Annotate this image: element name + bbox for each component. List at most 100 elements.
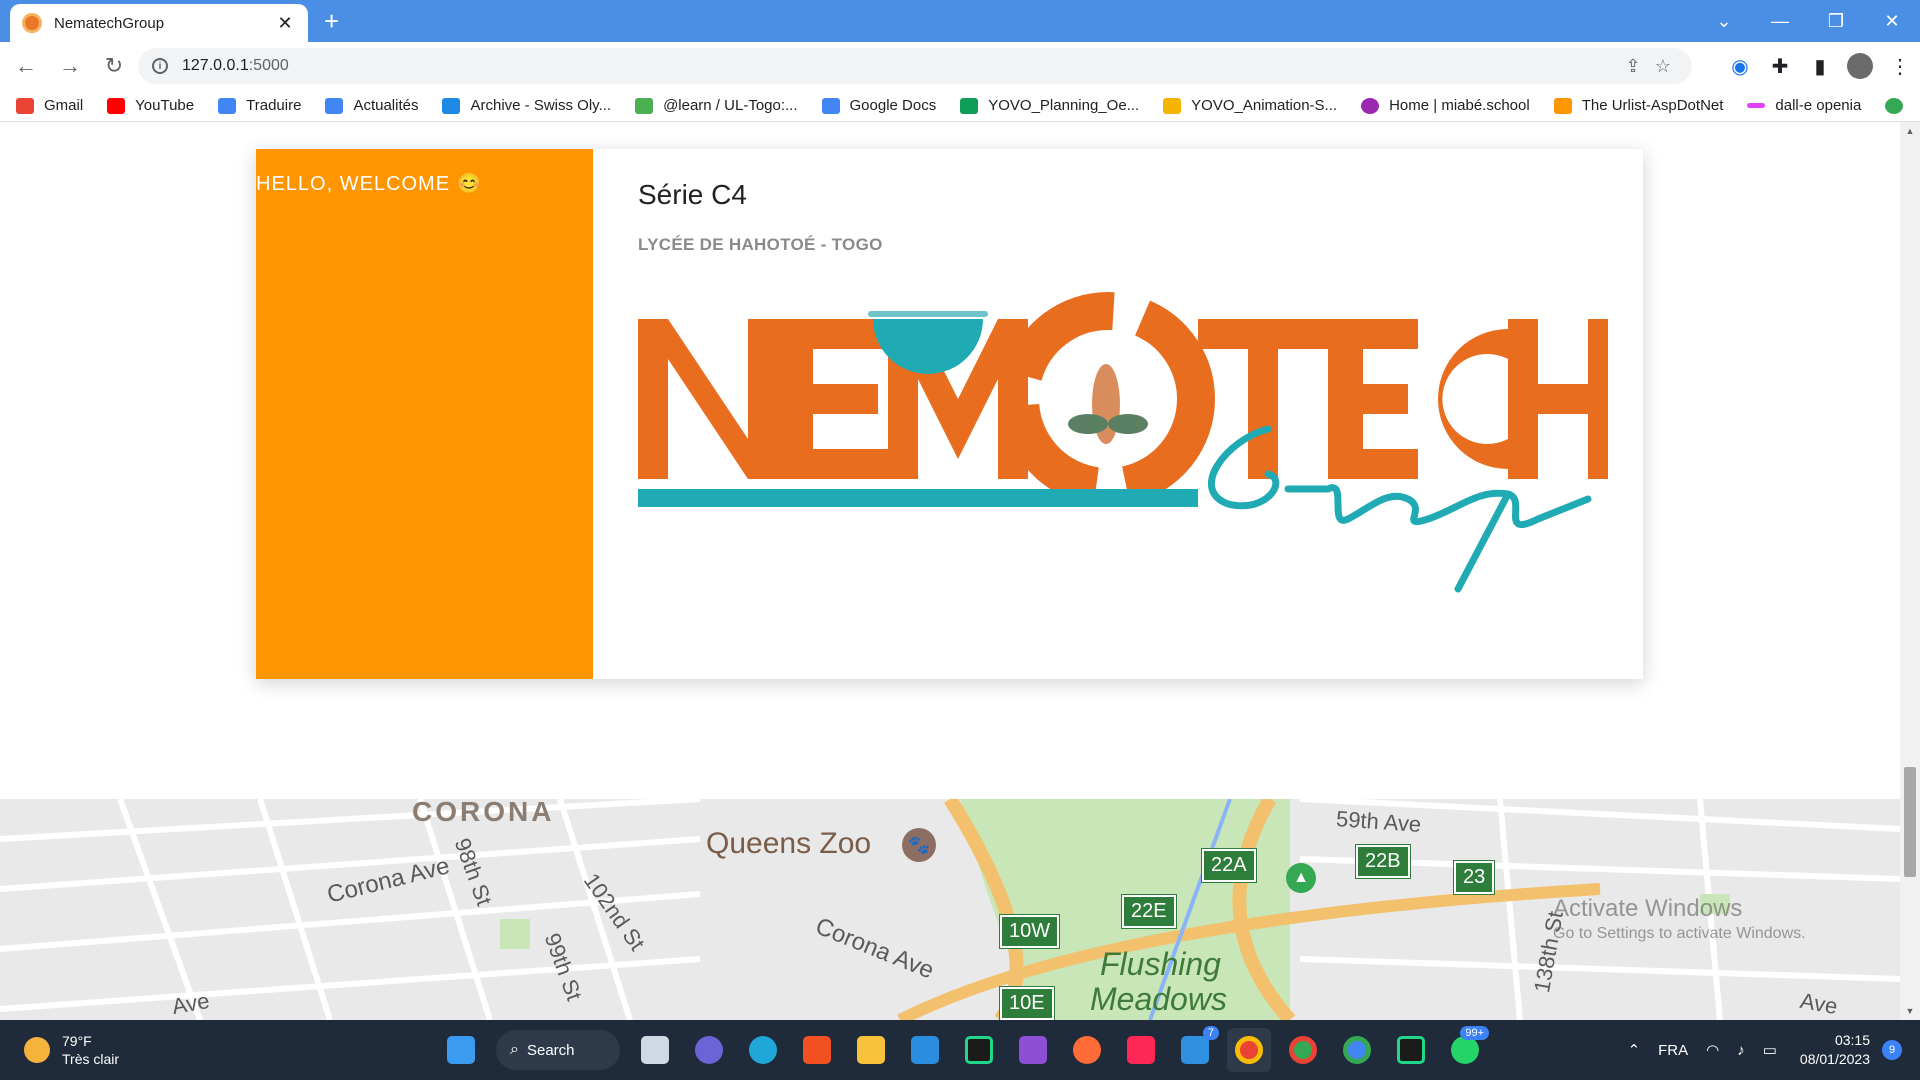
zoo-pawprint-icon: 🐾 <box>902 828 936 862</box>
activate-windows-subtitle: Go to Settings to activate Windows. <box>1553 925 1806 942</box>
profile-avatar[interactable] <box>1847 53 1873 79</box>
start-windows-icon[interactable] <box>439 1028 483 1072</box>
gmail-icon <box>16 97 34 114</box>
map-label-meadows: Meadows <box>1090 981 1227 1017</box>
bookmark-actualites[interactable]: Actualités <box>325 97 418 114</box>
side-panel-icon[interactable]: ▮ <box>1800 54 1840 79</box>
close-window-button[interactable]: ✕ <box>1864 0 1920 42</box>
forward-button[interactable]: → <box>52 48 88 84</box>
map-embed[interactable]: CORONA Queens Zoo 🐾 59th Ave Corona Ave … <box>0 799 1900 1020</box>
battery-icon[interactable]: ▭ <box>1763 1041 1777 1059</box>
whatsapp-badge: 99+ <box>1460 1026 1489 1040</box>
weather-widget[interactable]: 79°F Très clair <box>24 1032 119 1068</box>
chrome-profile-3-icon[interactable] <box>1335 1028 1379 1072</box>
exit-shield-22a: 22A <box>1201 848 1257 883</box>
tab-nematechgroup[interactable]: NematechGroup ✕ <box>10 4 308 42</box>
bookmark-urlist[interactable]: The Urlist-AspDotNet <box>1553 97 1723 114</box>
clock-date: 08/01/2023 <box>1799 1051 1870 1067</box>
park-tree-icon: ▲ <box>1286 863 1316 893</box>
welcome-text: HELLO, WELCOME 😊 <box>256 173 483 195</box>
exit-shield-22e: 22E <box>1121 894 1177 929</box>
bookmarks-bar: Gmail YouTube Traduire Actualités Archiv… <box>0 90 1920 122</box>
bookmark-overflow[interactable] <box>1885 97 1913 114</box>
pycharm-icon[interactable] <box>957 1028 1001 1072</box>
weather-temperature: 79°F <box>62 1033 92 1049</box>
clock[interactable]: 03:15 08/01/2023 <box>1800 1031 1870 1069</box>
url-text[interactable]: 127.0.0.1:5000 <box>182 57 1618 75</box>
weather-description: Très clair <box>62 1051 120 1067</box>
restore-button[interactable]: ❐ <box>1808 0 1864 42</box>
file-explorer-icon[interactable] <box>849 1028 893 1072</box>
extensions-puzzle-icon[interactable]: ✚ <box>1760 54 1800 79</box>
tab-close-icon[interactable]: ✕ <box>274 13 296 34</box>
miabe-icon <box>1361 97 1380 114</box>
map-label-corona: CORONA <box>412 799 555 827</box>
bookmark-traduire[interactable]: Traduire <box>218 97 301 114</box>
vscode-badge: 7 <box>1202 1026 1219 1040</box>
scroll-up-icon[interactable]: ▲ <box>1900 126 1920 136</box>
card-content: Série C4 LYCÉE DE HAHOTOÉ - TOGO <box>593 149 1643 679</box>
bookmark-gmail[interactable]: Gmail <box>16 97 83 114</box>
microsoft-store-icon[interactable] <box>795 1028 839 1072</box>
bookmark-yovo-animation[interactable]: YOVO_Animation-S... <box>1163 97 1337 114</box>
bookmark-miabe-school[interactable]: Home | miabé.school <box>1361 97 1530 114</box>
bookmark-learn-ul-togo[interactable]: @learn / UL-Togo:... <box>635 97 798 114</box>
bookmark-star-icon[interactable]: ☆ <box>1648 56 1678 77</box>
search-label: Search <box>526 1041 575 1059</box>
reload-button[interactable]: ↻ <box>96 48 132 84</box>
notification-count[interactable]: 9 <box>1882 1040 1902 1060</box>
exit-shield-22b: 22B <box>1355 844 1411 879</box>
card-sidebar: HELLO, WELCOME 😊 <box>256 149 593 679</box>
translate-icon <box>218 97 237 114</box>
show-hidden-icons-chevron[interactable]: ⌃ <box>1628 1041 1641 1059</box>
shazam-extension-icon[interactable]: ◉ <box>1720 54 1760 79</box>
visual-studio-icon[interactable] <box>1011 1028 1055 1072</box>
bookmark-youtube[interactable]: YouTube <box>107 97 194 114</box>
taskbar-apps: ⌕ Search 7 99+ <box>434 1026 1492 1072</box>
bookmark-google-docs[interactable]: Google Docs <box>821 97 936 114</box>
taskbar-search[interactable]: ⌕ Search <box>496 1030 620 1070</box>
map-label-queens-zoo: Queens Zoo <box>706 827 872 860</box>
activate-windows-title: Activate Windows <box>1553 895 1743 922</box>
profile-card: HELLO, WELCOME 😊 Série C4 LYCÉE DE HAHOT… <box>256 149 1643 679</box>
whatsapp-icon[interactable]: 99+ <box>1443 1026 1489 1072</box>
chrome-profile-2-icon[interactable] <box>1281 1028 1325 1072</box>
browser-menu-icon[interactable]: ⋮ <box>1880 54 1920 79</box>
address-bar[interactable]: i 127.0.0.1:5000 ⇪ ☆ <box>138 48 1692 84</box>
tab-search-icon[interactable]: ⌄ <box>1696 0 1752 42</box>
pycharm-2-icon[interactable] <box>1389 1028 1433 1072</box>
bookmark-archive-swiss[interactable]: Archive - Swiss Oly... <box>442 97 611 114</box>
nematech-logo <box>638 292 1608 593</box>
search-icon: ⌕ <box>510 1041 519 1058</box>
map-label-flushing: Flushing <box>1100 946 1221 982</box>
exit-shield-10w: 10W <box>998 914 1061 949</box>
page-scrollbar[interactable]: ▲ ▼ <box>1900 122 1920 1020</box>
exit-shield-10e: 10E <box>999 986 1055 1020</box>
overflow-bookmarks-icon <box>1885 97 1904 114</box>
share-icon[interactable]: ⇪ <box>1618 56 1648 77</box>
intellij-icon[interactable] <box>1119 1028 1163 1072</box>
task-view-icon[interactable] <box>633 1028 677 1072</box>
scroll-down-icon[interactable]: ▼ <box>1900 1006 1920 1016</box>
wifi-icon[interactable]: ◠ <box>1706 1041 1719 1059</box>
activate-windows-watermark: Activate Windows Go to Settings to activ… <box>1553 895 1806 943</box>
volume-icon[interactable]: ♪ <box>1737 1042 1745 1059</box>
tab-title: NematechGroup <box>54 14 165 32</box>
bookmark-dalle[interactable]: dall-e openia <box>1747 97 1861 114</box>
weather-moon-icon <box>24 1037 50 1063</box>
archive-icon <box>442 97 461 114</box>
teams-chat-icon[interactable] <box>687 1028 731 1072</box>
edge-icon[interactable] <box>741 1028 785 1072</box>
back-button[interactable]: ← <box>8 48 44 84</box>
serie-title: Série C4 <box>638 179 747 210</box>
chrome-icon[interactable] <box>1227 1028 1271 1072</box>
new-tab-button[interactable]: + <box>324 6 339 36</box>
postman-icon[interactable] <box>1065 1028 1109 1072</box>
input-language[interactable]: FRA <box>1658 1042 1688 1059</box>
bookmark-yovo-planning[interactable]: YOVO_Planning_Oe... <box>960 97 1139 114</box>
vscode-icon[interactable]: 7 <box>1173 1026 1219 1072</box>
scrollbar-thumb[interactable] <box>1904 767 1916 877</box>
mail-icon[interactable] <box>903 1028 947 1072</box>
minimize-button[interactable]: — <box>1752 0 1808 42</box>
site-info-icon[interactable]: i <box>152 58 168 74</box>
